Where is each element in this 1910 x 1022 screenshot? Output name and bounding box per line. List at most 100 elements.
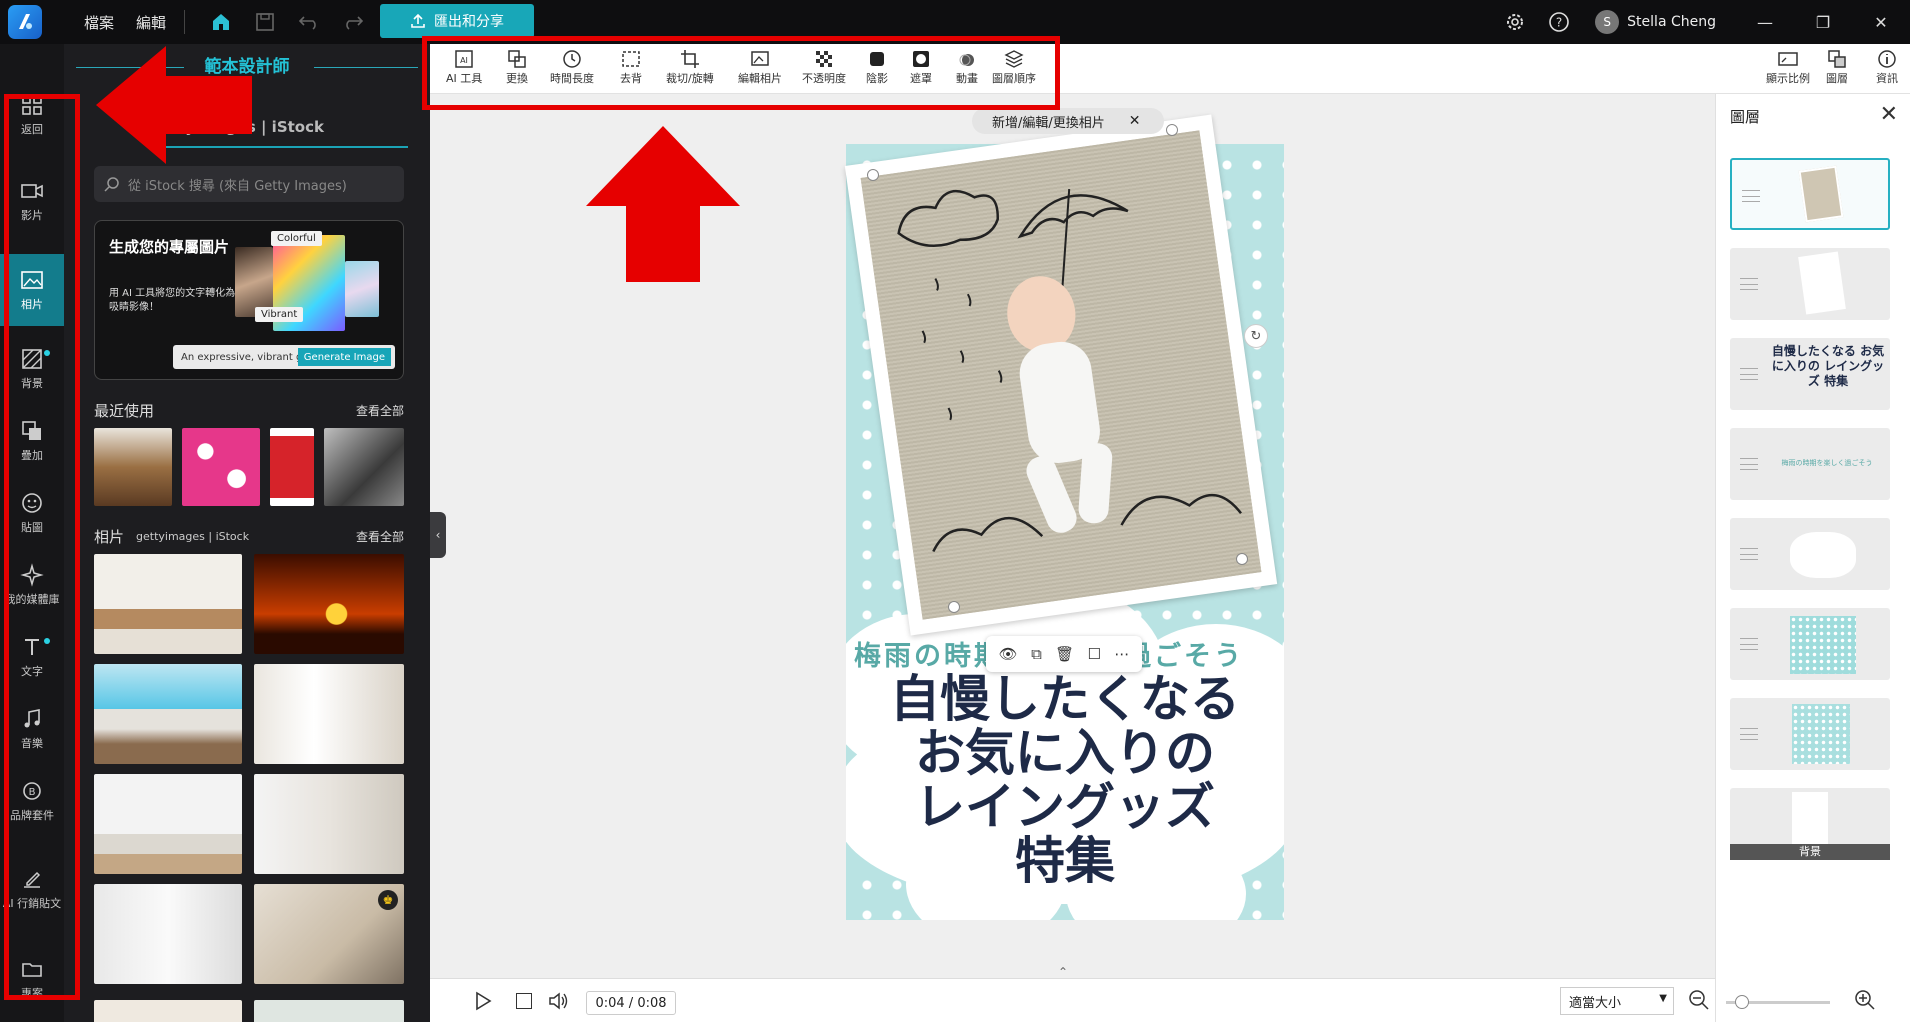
layer-item[interactable]: 背景 — [1730, 788, 1890, 860]
floating-object-toolbar: 👁 ⧉ 🗑 ☐ ⋯ — [986, 636, 1142, 672]
recent-thumb[interactable] — [270, 428, 314, 506]
layer-thumb — [1790, 532, 1856, 578]
svg-text:?: ? — [1556, 16, 1562, 30]
layer-item[interactable]: 梅雨の時期を楽しく過ごそう — [1730, 428, 1890, 500]
home-icon[interactable] — [201, 2, 241, 42]
layer-item[interactable] — [1730, 158, 1890, 230]
photo-thumb[interactable] — [254, 774, 404, 874]
drag-handle-icon[interactable] — [1740, 638, 1758, 650]
collapse-panel-icon[interactable]: ‹ — [430, 512, 446, 558]
tool-label: 資訊 — [1876, 72, 1898, 85]
layer-text-preview: 自慢したくなる お気に入りの レイングッズ 特集 — [1771, 344, 1885, 388]
chevron-down-icon: ▼ — [1659, 993, 1667, 1004]
search-placeholder: 從 iStock 搜尋 (來自 Getty Images) — [128, 178, 347, 194]
tool-layers[interactable]: 圖層 — [1826, 48, 1848, 86]
stop-icon[interactable] — [516, 993, 532, 1009]
tag-colorful: Colorful — [271, 231, 322, 246]
photo-thumb[interactable] — [254, 1000, 404, 1022]
visibility-eye-icon[interactable]: 👁 — [999, 645, 1018, 663]
gen-card-subtitle: 用 AI 工具將您的文字轉化為吸睛影像！ — [109, 288, 236, 313]
tool-aspect-ratio[interactable]: 顯示比例 — [1766, 48, 1810, 86]
drag-handle-icon[interactable] — [1740, 458, 1758, 470]
photo-thumb[interactable] — [94, 664, 242, 764]
drag-handle-icon[interactable] — [1742, 190, 1760, 202]
photo-thumb[interactable] — [254, 554, 404, 654]
export-share-button[interactable]: 匯出和分享 — [380, 4, 534, 38]
zoom-select[interactable]: 適當大小 ▼ — [1560, 987, 1674, 1015]
recent-view-all-link[interactable]: 查看全部 — [356, 402, 404, 419]
layer-thumb — [1792, 792, 1828, 846]
layer-item[interactable] — [1730, 248, 1890, 320]
generate-image-button[interactable]: Generate Image — [297, 348, 391, 366]
tool-info[interactable]: 資訊 — [1876, 48, 1898, 86]
menu-edit[interactable]: 編輯 — [136, 12, 166, 33]
photo-thumb[interactable] — [94, 554, 242, 654]
help-icon[interactable]: ? — [1539, 2, 1579, 42]
recent-thumb[interactable] — [94, 428, 172, 506]
duplicate-icon[interactable]: ⧉ — [1031, 645, 1042, 663]
delete-trash-icon[interactable]: 🗑 — [1055, 645, 1074, 663]
layer-item[interactable] — [1730, 518, 1890, 590]
photos-section-label: 相片 — [94, 528, 125, 546]
zoom-out-icon[interactable] — [1688, 989, 1710, 1015]
photo-frame[interactable] — [844, 114, 1278, 636]
background-layer-label: 背景 — [1730, 844, 1890, 860]
gen-prompt-text: An expressive, vibrant girl — [181, 351, 313, 363]
drag-handle-icon[interactable] — [1740, 278, 1758, 290]
recent-thumb[interactable] — [324, 428, 404, 506]
close-icon[interactable]: ✕ — [1129, 113, 1141, 129]
gen-prompt-field[interactable]: An expressive, vibrant girl Generate Ima… — [173, 345, 395, 369]
layers-icon — [1828, 50, 1846, 68]
photo-thumb[interactable] — [254, 664, 404, 764]
selection-handle[interactable] — [948, 601, 960, 613]
app-logo-icon — [8, 5, 42, 39]
layer-item[interactable] — [1730, 698, 1890, 770]
zoom-select-value: 適當大小 — [1569, 995, 1622, 1011]
photo-thumb[interactable] — [94, 884, 242, 984]
photos-view-all-link[interactable]: 查看全部 — [356, 528, 404, 545]
premium-crown-icon: ♚ — [378, 890, 398, 910]
photo-thumb[interactable]: ♚ — [254, 884, 404, 984]
top-right-controls: ? S Stella Cheng — ❐ ✕ — [1491, 0, 1910, 44]
minimize-icon[interactable]: — — [1736, 0, 1794, 44]
bookmark-icon[interactable]: ☐ — [1088, 645, 1101, 663]
play-icon[interactable] — [474, 991, 492, 1015]
save-icon[interactable] — [245, 2, 285, 42]
drag-handle-icon[interactable] — [1740, 728, 1758, 740]
settings-gear-icon[interactable] — [1495, 2, 1535, 42]
redo-icon[interactable] — [333, 2, 373, 42]
drag-handle-icon[interactable] — [1740, 548, 1758, 560]
search-icon — [104, 177, 119, 192]
search-input[interactable]: 從 iStock 搜尋 (來自 Getty Images) — [94, 166, 404, 202]
avatar[interactable]: S — [1595, 10, 1620, 34]
zoom-in-icon[interactable] — [1854, 989, 1876, 1015]
photo-thumb[interactable] — [94, 774, 242, 874]
divider — [314, 67, 418, 68]
close-window-icon[interactable]: ✕ — [1852, 0, 1910, 44]
undo-icon[interactable] — [289, 2, 329, 42]
rotate-icon[interactable]: ↻ — [1244, 324, 1268, 348]
zoom-slider-handle[interactable] — [1735, 995, 1749, 1009]
layer-item[interactable] — [1730, 608, 1890, 680]
drag-handle-icon[interactable] — [1740, 368, 1758, 380]
user-name[interactable]: Stella Cheng — [1627, 14, 1716, 30]
selection-handle[interactable] — [867, 169, 879, 181]
title-line: レイングッズ — [915, 777, 1215, 836]
annotation-box-left-bar — [4, 94, 80, 1000]
photo-thumb[interactable] — [94, 1000, 242, 1022]
edit-photo-pill[interactable]: 新增/編輯/更換相片 ✕ — [972, 108, 1164, 134]
recent-thumb[interactable] — [182, 428, 260, 506]
close-icon[interactable]: ✕ — [1880, 102, 1898, 127]
generate-image-card[interactable]: 生成您的專屬圖片 用 AI 工具將您的文字轉化為吸睛影像！ Colorful V… — [94, 220, 404, 380]
expand-timeline-icon[interactable]: ⌃ — [1058, 965, 1068, 979]
restore-icon[interactable]: ❐ — [1794, 0, 1852, 44]
layer-item[interactable]: 自慢したくなる お気に入りの レイングッズ 特集 — [1730, 338, 1890, 410]
layers-panel-title: 圖層 — [1730, 108, 1761, 126]
canvas-title-text[interactable]: 自慢したくなる お気に入りの レイングッズ 特集 — [846, 672, 1284, 888]
selection-handle[interactable] — [1166, 124, 1178, 136]
menu-file[interactable]: 檔案 — [84, 12, 114, 33]
more-icon[interactable]: ⋯ — [1114, 645, 1129, 663]
baby-photo[interactable] — [860, 130, 1262, 620]
volume-icon[interactable] — [548, 991, 570, 1015]
selection-handle[interactable] — [1236, 553, 1248, 565]
